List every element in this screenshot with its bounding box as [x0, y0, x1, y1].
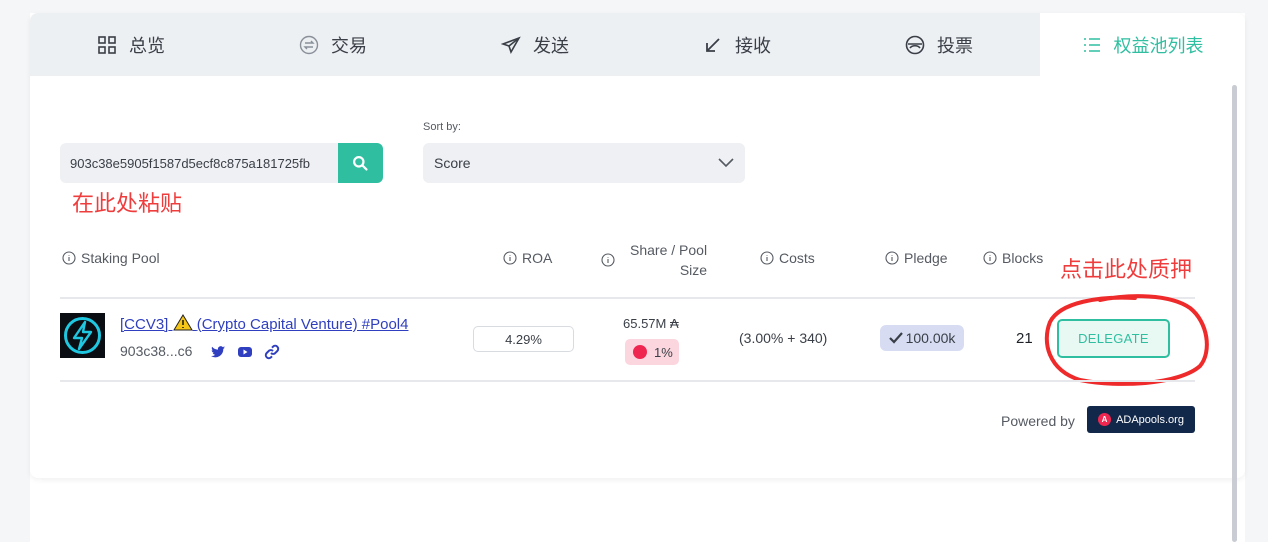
tab-receive[interactable]: 接收	[636, 13, 838, 76]
header-share-line2: Size	[679, 262, 708, 278]
pie-icon	[633, 345, 647, 359]
pool-logo	[60, 313, 105, 358]
paste-here-annotation: 在此处粘贴	[72, 192, 183, 217]
header-roa-label: ROA	[522, 250, 553, 266]
info-icon	[760, 251, 774, 265]
receive-arrow-icon	[706, 37, 720, 52]
tab-receive-label: 接收	[735, 35, 771, 57]
header-roa[interactable]: ROA	[503, 250, 552, 266]
header-pledge-label: Pledge	[904, 250, 948, 266]
row-divider-bottom	[60, 380, 1195, 382]
info-icon	[503, 251, 517, 265]
youtube-icon[interactable]	[237, 344, 253, 360]
pool-search	[60, 143, 383, 183]
link-icon[interactable]	[264, 344, 280, 360]
tab-bar: 总览 交易 发送 接收 投票 权益池列表	[30, 13, 1245, 76]
share-badge: 1%	[625, 339, 679, 365]
tab-transactions[interactable]: 交易	[232, 13, 434, 76]
search-icon	[353, 155, 368, 171]
adapools-badge[interactable]: A ADApools.org	[1087, 406, 1195, 433]
tab-send-label: 发送	[533, 35, 569, 57]
grid-icon	[98, 35, 116, 54]
adapools-logo-icon: A	[1098, 413, 1112, 426]
exchange-icon	[299, 35, 319, 54]
pool-name-link[interactable]: [CCV3] (Crypto Capital Venture) #Pool4	[120, 314, 408, 333]
tab-send[interactable]: 发送	[434, 13, 636, 76]
costs-value: (3.00% + 340)	[739, 330, 828, 346]
pool-size-value: 65.57M ₳	[623, 316, 679, 331]
chevron-down-icon	[718, 158, 734, 168]
info-icon	[62, 251, 76, 265]
twitter-icon[interactable]	[210, 344, 226, 360]
sort-label: Sort by:	[423, 121, 461, 133]
click-to-delegate-annotation: 点击此处质押	[1060, 258, 1193, 283]
header-costs-label: Costs	[779, 250, 815, 266]
info-icon	[885, 251, 899, 265]
tab-vote-label: 投票	[937, 35, 973, 57]
search-button[interactable]	[338, 143, 383, 183]
tab-transactions-label: 交易	[331, 35, 367, 57]
header-share-pool-size[interactable]: Share / Pool Size	[601, 240, 707, 280]
delegate-button[interactable]: DELEGATE	[1057, 319, 1170, 358]
header-share-label: Share / Pool Size	[630, 240, 707, 280]
header-blocks[interactable]: Blocks	[983, 250, 1043, 266]
vote-icon	[905, 35, 925, 54]
warning-icon	[172, 314, 193, 331]
search-input[interactable]	[60, 143, 340, 183]
pledge-badge: 100.00k	[880, 325, 964, 351]
tab-overview-label: 总览	[129, 35, 165, 57]
row-divider-top	[60, 297, 1195, 299]
tab-pool-list[interactable]: 权益池列表	[1040, 13, 1245, 76]
scrollbar-thumb[interactable]	[1232, 85, 1237, 542]
tab-pool-list-label: 权益池列表	[1113, 35, 1204, 57]
list-icon	[1083, 37, 1100, 52]
pool-id-short: 903c38...c6	[120, 343, 193, 359]
roa-value: 4.29%	[473, 326, 574, 352]
lightning-logo-icon	[64, 317, 101, 354]
tab-overview[interactable]: 总览	[30, 13, 232, 76]
info-icon	[601, 253, 615, 267]
header-blocks-label: Blocks	[1002, 250, 1044, 266]
share-value: 1%	[654, 344, 673, 360]
info-icon	[983, 251, 997, 265]
header-pledge[interactable]: Pledge	[885, 250, 948, 266]
adapools-brand-text: ADApools.org	[1116, 413, 1184, 426]
pool-ticker: [CCV3]	[120, 316, 169, 333]
pledge-value: 100.00k	[905, 330, 956, 346]
powered-by-label: Powered by	[1001, 413, 1075, 429]
header-staking-pool-label: Staking Pool	[81, 250, 160, 266]
sort-select[interactable]: Score	[423, 143, 745, 183]
header-costs[interactable]: Costs	[760, 250, 815, 266]
send-icon	[501, 35, 521, 54]
checkmark-icon	[888, 332, 903, 344]
blocks-value: 21	[1016, 330, 1033, 347]
header-staking-pool[interactable]: Staking Pool	[62, 250, 160, 266]
pool-full-name: (Crypto Capital Venture) #Pool4	[196, 316, 409, 333]
header-share-line1: Share / Pool	[630, 242, 708, 258]
tab-vote[interactable]: 投票	[838, 13, 1040, 76]
sort-selected-value: Score	[434, 155, 471, 171]
